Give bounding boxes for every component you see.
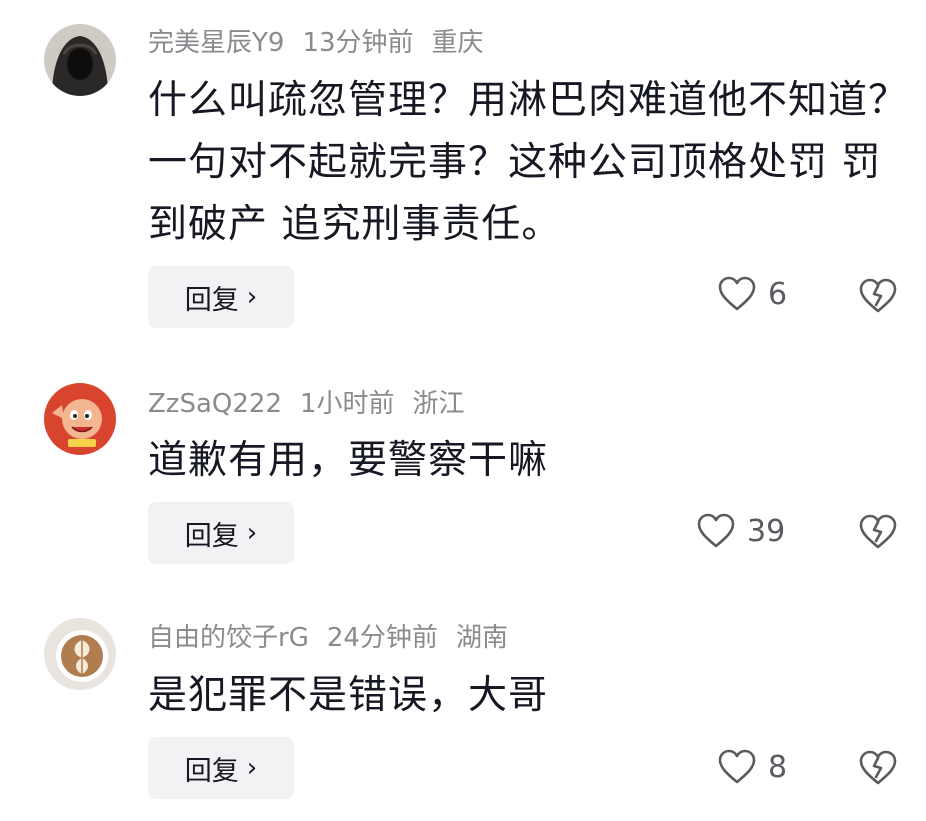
reply-button[interactable]: 回复 › — [148, 502, 294, 564]
comment-text: 什么叫疏忽管理？用淋巴肉难道他不知道？一句对不起就完事？这种公司顶格处罚 罚到破… — [148, 78, 909, 247]
username[interactable]: 自由的饺子rG — [148, 623, 309, 653]
username[interactable]: ZzSaQ222 — [148, 389, 282, 419]
broken-heart-icon — [859, 750, 897, 785]
avatar[interactable] — [44, 24, 116, 96]
avatar[interactable] — [44, 618, 116, 690]
hooded-figure-avatar-icon — [44, 24, 116, 96]
location: 浙江 — [412, 389, 465, 419]
comment-text: 是犯罪不是错误，大哥 — [148, 673, 549, 718]
reply-button[interactable]: 回复 › — [148, 266, 294, 328]
comment-meta: ZzSaQ222 1小时前 浙江 — [148, 387, 483, 421]
chevron-right-icon: › — [246, 753, 258, 783]
chevron-right-icon: › — [246, 518, 258, 548]
cartoon-character-avatar-icon — [44, 383, 116, 455]
comment-meta: 完美星辰Y9 13分钟前 重庆 — [148, 26, 502, 60]
reply-label: 回复 — [184, 755, 239, 787]
like-button[interactable]: 8 — [718, 749, 787, 785]
reply-button[interactable]: 回复 › — [148, 737, 294, 799]
heart-icon — [718, 276, 756, 311]
location: 湖南 — [455, 623, 508, 653]
timestamp: 13分钟前 — [302, 28, 414, 58]
reply-label: 回复 — [184, 520, 239, 552]
timestamp: 24分钟前 — [326, 623, 438, 653]
dislike-button[interactable] — [858, 514, 898, 554]
username[interactable]: 完美星辰Y9 — [148, 28, 284, 58]
chevron-right-icon: › — [246, 282, 258, 312]
heart-icon — [697, 513, 735, 548]
like-button[interactable]: 39 — [697, 513, 785, 549]
like-button[interactable]: 6 — [718, 276, 787, 312]
comment-text: 道歉有用，要警察干嘛 — [148, 438, 549, 483]
like-count: 6 — [768, 276, 788, 312]
like-count: 39 — [747, 513, 786, 549]
timestamp: 1小时前 — [300, 389, 395, 419]
latte-art-avatar-icon — [44, 618, 116, 690]
dislike-button[interactable] — [858, 750, 898, 790]
broken-heart-icon — [859, 278, 897, 313]
comment-meta: 自由的饺子rG 24分钟前 湖南 — [148, 621, 526, 655]
dislike-button[interactable] — [858, 278, 898, 318]
location: 重庆 — [431, 28, 484, 58]
avatar[interactable] — [44, 383, 116, 455]
heart-icon — [718, 749, 756, 784]
broken-heart-icon — [859, 514, 897, 549]
like-count: 8 — [768, 749, 788, 785]
reply-label: 回复 — [184, 284, 239, 316]
